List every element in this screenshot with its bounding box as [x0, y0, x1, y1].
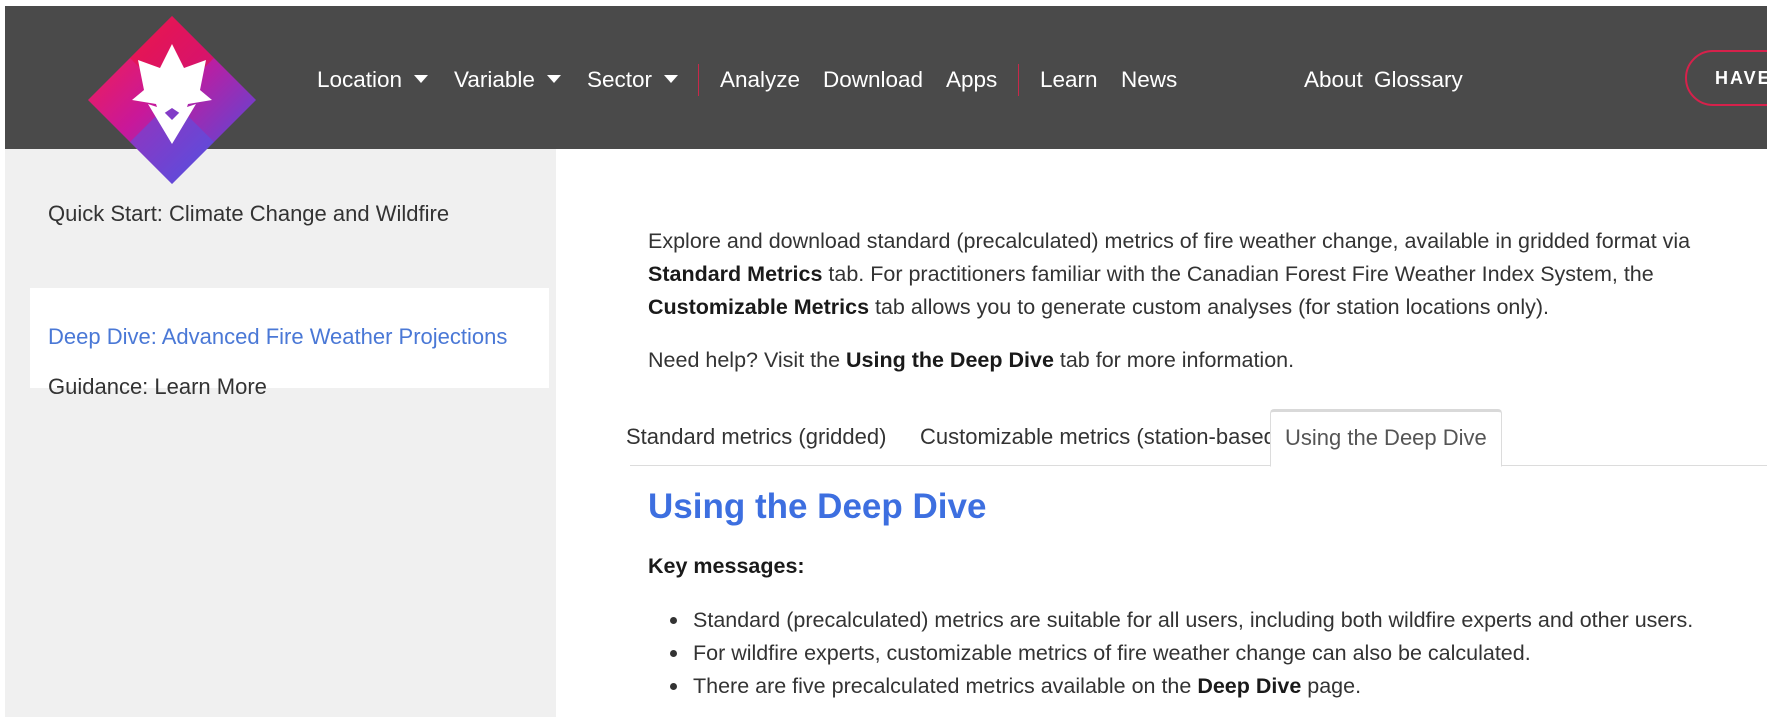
- nav-divider: [1018, 64, 1019, 96]
- nav-sector-label: Sector: [587, 67, 653, 92]
- caret-down-icon: [664, 75, 679, 84]
- nav-apps[interactable]: Apps: [946, 64, 997, 96]
- have-a-question-button[interactable]: HAVE A: [1685, 50, 1767, 106]
- nav-location[interactable]: Location: [317, 64, 429, 96]
- nav-variable-label: Variable: [454, 67, 535, 92]
- intro-line-1: Explore and download standard (precalcul…: [648, 229, 1691, 253]
- key-messages-heading: Key messages:: [648, 554, 805, 578]
- help-text-pre: Need help? Visit the: [648, 348, 847, 372]
- nav-variable[interactable]: Variable: [454, 64, 561, 96]
- tab-using-the-deep-dive[interactable]: Using the Deep Dive: [1270, 409, 1502, 467]
- list-item: For wildfire experts, customizable metri…: [648, 637, 1693, 670]
- nav-learn[interactable]: Learn: [1040, 64, 1098, 96]
- tab-standard-metrics[interactable]: Standard metrics (gridded): [626, 409, 886, 466]
- caret-down-icon: [414, 75, 429, 84]
- intro-paragraph: Explore and download standard (precalcul…: [648, 225, 1690, 324]
- customizable-metrics-term: Customizable Metrics: [648, 295, 870, 319]
- sidebar-item-quick-start[interactable]: Quick Start: Climate Change and Wildfire: [48, 201, 449, 227]
- standard-metrics-term: Standard Metrics: [648, 262, 823, 286]
- intro-line-3: Customizable Metrics tab allows you to g…: [648, 291, 1690, 324]
- nav-glossary[interactable]: Glossary: [1374, 64, 1463, 96]
- section-title: Using the Deep Dive: [648, 487, 987, 526]
- list-item-post: page.: [1301, 674, 1362, 698]
- nav-divider: [698, 64, 699, 96]
- top-navigation-bar: Location Variable Sector Analyze Downloa…: [5, 6, 1767, 149]
- sidebar-item-guidance[interactable]: Guidance: Learn More: [48, 374, 267, 400]
- nav-sector[interactable]: Sector: [587, 64, 679, 96]
- deep-dive-term: Deep Dive: [1197, 674, 1302, 698]
- nav-location-label: Location: [317, 67, 403, 92]
- list-item-pre: There are five precalculated metrics ava…: [693, 674, 1198, 698]
- help-text-post: tab for more information.: [1053, 348, 1295, 372]
- list-item: There are five precalculated metrics ava…: [648, 670, 1693, 703]
- nav-analyze[interactable]: Analyze: [720, 64, 800, 96]
- help-text-bold: Using the Deep Dive: [846, 348, 1054, 372]
- key-messages-list: Standard (precalculated) metrics are sui…: [648, 604, 1693, 703]
- main-nav: Location Variable Sector Analyze Downloa…: [5, 6, 1767, 149]
- sidebar-item-deep-dive[interactable]: Deep Dive: Advanced Fire Weather Project…: [30, 288, 549, 388]
- help-text: Need help? Visit the Using the Deep Dive…: [648, 348, 1294, 373]
- sidebar: Quick Start: Climate Change and Wildfire…: [5, 149, 556, 717]
- sidebar-item-deep-dive-label: Deep Dive: Advanced Fire Weather Project…: [48, 324, 508, 349]
- nav-download[interactable]: Download: [823, 64, 923, 96]
- tab-customizable-metrics[interactable]: Customizable metrics (station-based): [920, 409, 1283, 466]
- intro-line-2: Standard Metrics tab. For practitioners …: [648, 258, 1690, 291]
- intro-line-3-text: tab allows you to generate custom analys…: [869, 295, 1550, 319]
- list-item: Standard (precalculated) metrics are sui…: [648, 604, 1693, 637]
- tab-bar: Standard metrics (gridded) Customizable …: [626, 409, 1767, 467]
- site-logo[interactable]: [88, 16, 256, 184]
- nav-about[interactable]: About: [1304, 64, 1363, 96]
- caret-down-icon: [546, 75, 561, 84]
- main-content: Explore and download standard (precalcul…: [556, 149, 1767, 717]
- intro-line-2-text: tab. For practitioners familiar with the…: [822, 262, 1654, 286]
- nav-news[interactable]: News: [1121, 64, 1177, 96]
- maple-leaf-logo-icon: [88, 16, 256, 184]
